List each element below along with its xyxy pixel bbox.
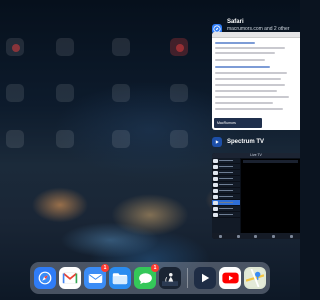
home-app-icon — [112, 38, 130, 56]
gmail-icon[interactable] — [59, 267, 81, 289]
content-line — [215, 66, 270, 68]
spectrum-card-header[interactable]: Spectrum TV — [212, 137, 264, 147]
home-app-icon — [56, 84, 74, 102]
safari-card-title: Safari — [226, 19, 244, 25]
content-line — [215, 42, 255, 44]
home-app-icon — [56, 130, 74, 148]
kindle-icon[interactable] — [159, 267, 181, 289]
content-line — [215, 52, 275, 54]
infuse-icon[interactable] — [194, 267, 216, 289]
home-app-icon — [6, 84, 24, 102]
home-app-icon — [170, 130, 188, 148]
content-line — [215, 78, 281, 80]
notification-dot — [12, 44, 20, 52]
safari-icon[interactable] — [34, 267, 56, 289]
spectrum-tab-bar — [212, 233, 300, 239]
maps-icon[interactable] — [244, 267, 266, 289]
content-line — [215, 102, 273, 104]
video-player — [241, 159, 300, 233]
safari-toolbar — [212, 32, 300, 38]
mail-icon[interactable]: 1 — [84, 264, 109, 289]
home-app-icon — [112, 84, 130, 102]
channel-list — [212, 158, 240, 233]
spectrum-tv-icon — [212, 137, 222, 147]
home-app-icon — [170, 84, 188, 102]
files-icon[interactable] — [109, 267, 131, 289]
spectrum-card-title: Spectrum TV — [227, 138, 265, 145]
messages-icon[interactable]: 1 — [134, 264, 159, 289]
ad-banner: MacRumors — [214, 118, 262, 128]
content-line — [215, 47, 285, 49]
home-app-icon — [56, 38, 74, 56]
content-line — [215, 72, 287, 74]
content-line — [215, 84, 285, 86]
mail-badge: 1 — [101, 264, 109, 272]
content-line — [215, 108, 283, 110]
youtube-icon[interactable] — [219, 267, 241, 289]
safari-app-card[interactable]: MacRumors — [212, 32, 300, 130]
content-line — [215, 90, 277, 92]
home-app-icon — [112, 130, 130, 148]
spectrum-tv-app-card[interactable]: Live TV — [212, 153, 300, 239]
notification-dot — [176, 44, 184, 52]
content-line — [215, 96, 289, 98]
content-line — [215, 59, 265, 61]
channel-row — [212, 212, 240, 218]
home-app-icon — [6, 130, 24, 148]
dock: 1 1 — [30, 262, 270, 294]
messages-badge: 1 — [151, 264, 159, 272]
dock-separator — [187, 268, 188, 288]
